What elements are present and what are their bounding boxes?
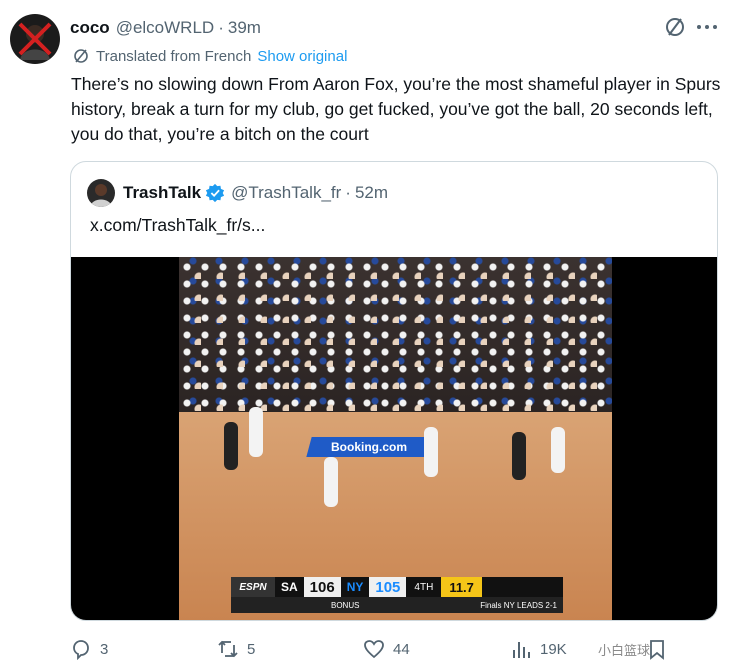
quoted-tweet-link[interactable]: x.com/TrashTalk_fr/s...	[90, 215, 265, 236]
bookmark-button[interactable]	[646, 636, 676, 662]
repost-button[interactable]: 5	[217, 636, 255, 662]
show-original-link[interactable]: Show original	[257, 48, 347, 65]
separator-dot: ·	[218, 18, 224, 37]
bonus-indicator: BONUS	[331, 600, 360, 610]
tweet-timestamp[interactable]: 39m	[228, 18, 261, 38]
video-player[interactable]: Booking.com ESPN SA 106 NY 105 4TH 11.7	[71, 257, 717, 620]
avatar[interactable]	[10, 14, 60, 64]
views-button[interactable]: 19K	[510, 636, 567, 662]
player-figure	[424, 427, 438, 477]
scoreboard: ESPN SA 106 NY 105 4TH 11.7 BONUS Finals…	[231, 577, 563, 613]
team-home: NY	[346, 580, 364, 594]
crowd-image	[179, 257, 612, 422]
player-figure	[512, 432, 526, 480]
scoreboard-sub-row: BONUS Finals NY LEADS 2-1	[231, 597, 563, 613]
view-count: 19K	[540, 640, 567, 658]
video-frame: Booking.com ESPN SA 106 NY 105 4TH 11.7	[179, 257, 612, 620]
player-figure	[551, 427, 565, 473]
watermark: 小白篮球	[598, 643, 651, 658]
game-period: 4TH	[414, 581, 434, 593]
scoreboard-main-row: ESPN SA 106 NY 105 4TH 11.7	[231, 577, 563, 597]
heart-icon	[364, 640, 384, 659]
translation-row: Translated from French Show original	[72, 46, 347, 66]
quoted-tweet-header: TrashTalk @TrashTalk_fr · 52m	[87, 178, 388, 208]
player-figure	[249, 407, 263, 457]
court-advertisement: Booking.com	[306, 437, 432, 457]
series-status: Finals NY LEADS 2-1	[480, 600, 557, 610]
quoted-timestamp[interactable]: 52m	[355, 183, 388, 203]
quoted-author-handle[interactable]: @TrashTalk_fr	[231, 183, 341, 203]
reply-icon	[73, 640, 89, 660]
quoted-author-avatar[interactable]	[87, 179, 115, 207]
team-away: SA	[281, 580, 298, 594]
reply-button[interactable]: 3	[70, 636, 108, 662]
game-clock: 11.7	[441, 577, 482, 597]
like-count: 44	[393, 640, 410, 658]
verified-badge-icon	[206, 183, 225, 203]
player-figure	[324, 457, 338, 507]
author-display-name[interactable]: coco	[70, 18, 110, 38]
repost-count: 5	[247, 640, 256, 658]
player-figure	[224, 422, 238, 470]
analytics-icon	[513, 642, 530, 658]
separator-dot: ·	[345, 183, 351, 202]
tweet-header: coco @elcoWRLD · 39m	[70, 16, 712, 40]
author-handle[interactable]: @elcoWRLD	[116, 18, 215, 38]
more-horizontal-icon	[697, 25, 717, 29]
grok-button[interactable]	[662, 14, 688, 40]
score-away: 106	[303, 577, 341, 597]
translation-note: Translated from French	[96, 47, 252, 65]
repost-icon	[218, 640, 238, 658]
translate-icon	[74, 49, 88, 63]
grok-icon	[666, 18, 684, 36]
more-button[interactable]	[694, 14, 720, 40]
like-button[interactable]: 44	[363, 636, 410, 662]
score-home: 105	[369, 577, 407, 597]
user-avatar-crossed-icon	[18, 22, 52, 60]
network-logo: ESPN	[231, 577, 275, 597]
tweet-text: There’s no slowing down From Aaron Fox, …	[71, 74, 721, 144]
quoted-author-name[interactable]: TrashTalk	[123, 183, 201, 203]
user-avatar-icon	[90, 184, 112, 207]
advertisement-text: Booking.com	[330, 440, 407, 454]
reply-count: 3	[100, 640, 109, 658]
quoted-tweet-card[interactable]: TrashTalk @TrashTalk_fr · 52m x.com/Tras…	[70, 161, 718, 621]
